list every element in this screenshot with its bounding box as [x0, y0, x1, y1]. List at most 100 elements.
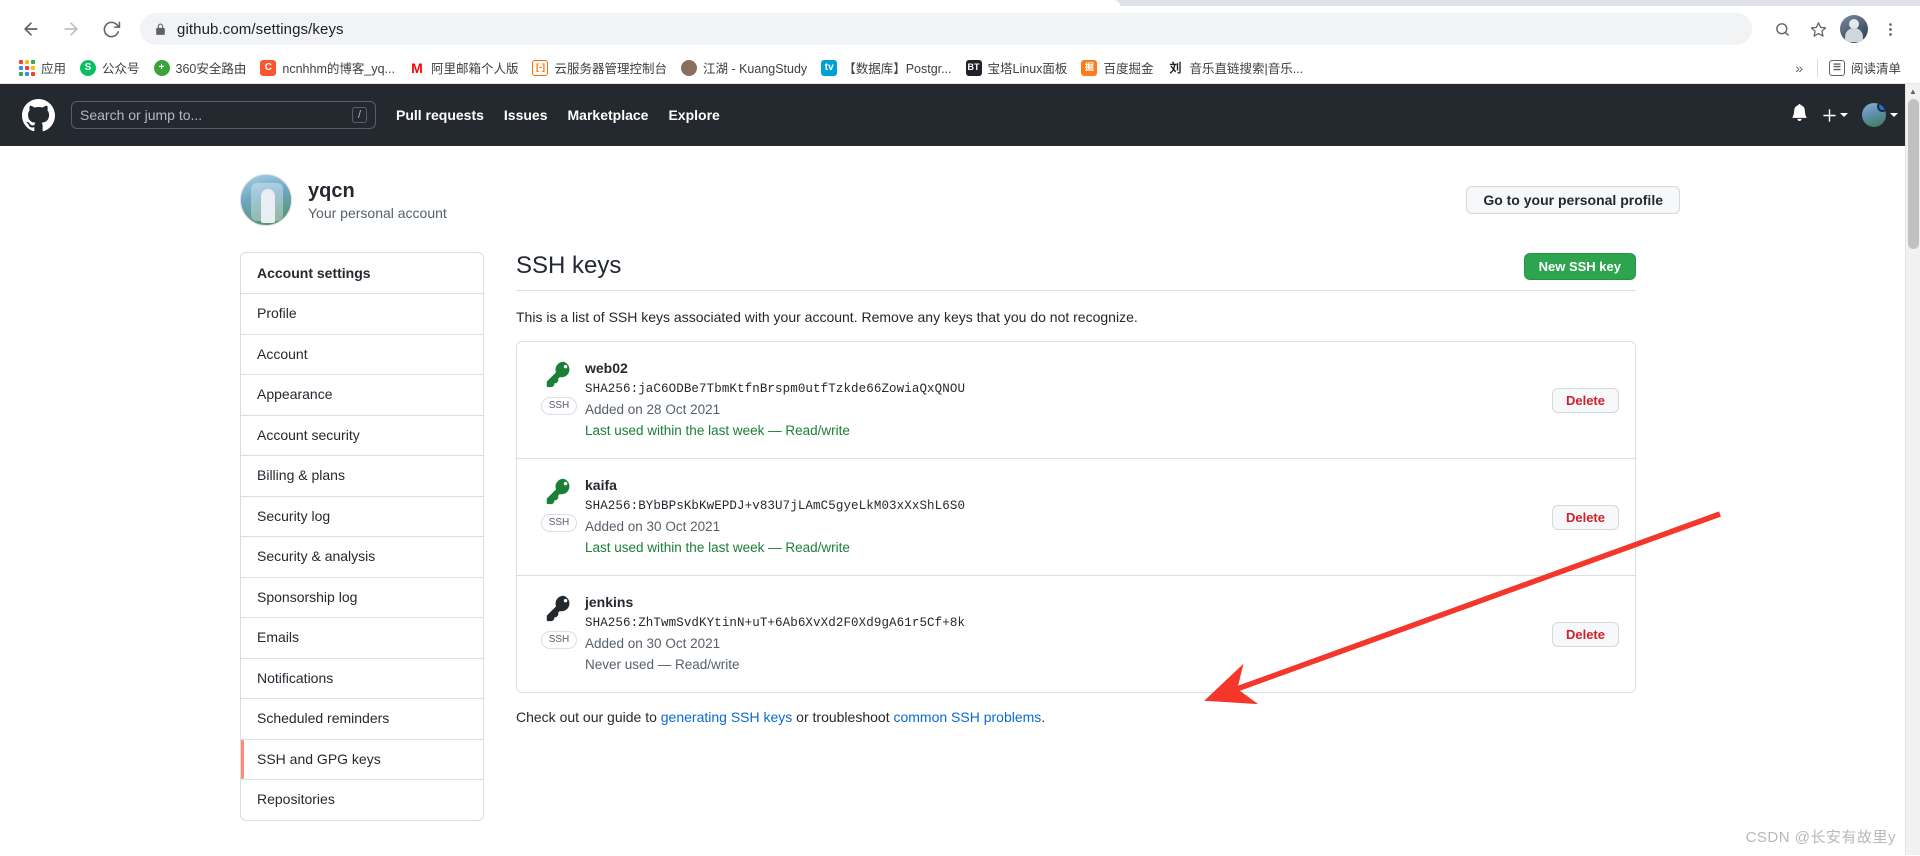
- bookmarks-overflow-button[interactable]: »: [1785, 60, 1813, 76]
- key-type-badge: SSH: [540, 514, 578, 533]
- key-usage-status: Last used within the last week — Read/wr…: [585, 423, 850, 439]
- bookmark-wechat-official[interactable]: S 公众号: [73, 55, 147, 80]
- section-header: SSH keys New SSH key: [516, 252, 1636, 291]
- back-arrow-icon[interactable]: [14, 12, 48, 46]
- page-viewport: Search or jump to... / Pull requests Iss…: [0, 84, 1920, 855]
- sidebar-item-sponsorship-log[interactable]: Sponsorship log: [241, 578, 483, 618]
- nav-pull-requests[interactable]: Pull requests: [396, 107, 484, 123]
- three-dot-menu-icon[interactable]: [1874, 13, 1906, 45]
- sidebar-item-billing-plans[interactable]: Billing & plans: [241, 456, 483, 497]
- key-added-date: Added on 30 Oct 2021: [585, 519, 721, 535]
- liu-icon: 刘: [1167, 59, 1184, 76]
- key-usage-status: Last used within the last week — Read/wr…: [585, 540, 850, 556]
- github-header-actions: [1791, 103, 1898, 127]
- footnote-suffix: .: [1041, 709, 1046, 726]
- footnote-middle: or troubleshoot: [792, 709, 894, 726]
- search-zoom-icon[interactable]: [1766, 13, 1798, 45]
- sidebar-item-emails[interactable]: Emails: [241, 618, 483, 659]
- sidebar-item-account[interactable]: Account: [241, 335, 483, 375]
- vertical-scrollbar[interactable]: ▲: [1905, 84, 1920, 855]
- bookmark-aliyun-console[interactable]: [-] 云服务器管理控制台: [525, 55, 674, 80]
- browser-profile-avatar[interactable]: [1838, 13, 1870, 45]
- key-type-badge: SSH: [540, 397, 578, 415]
- delete-button[interactable]: Delete: [1551, 387, 1619, 413]
- address-bar[interactable]: github.com/settings/keys: [140, 13, 1752, 45]
- nav-explore[interactable]: Explore: [668, 107, 719, 123]
- bookmark-apps[interactable]: 应用: [12, 55, 73, 80]
- tab-strip: [0, 0, 1920, 6]
- key-details: kaifa SHA256:BYbBPsKbKwEPDJ+v83U7jLAmC5g…: [585, 475, 1538, 559]
- bookmarks-bar: 应用 S 公众号 + 360安全路由 C ncnhhm的博客_yq... M 阿…: [0, 52, 1920, 84]
- plus-icon[interactable]: [1822, 108, 1848, 123]
- sidebar-item-repositories[interactable]: Repositories: [241, 780, 483, 820]
- profile-subtitle: Your personal account: [308, 205, 447, 221]
- generating-ssh-keys-link[interactable]: generating SSH keys: [661, 709, 793, 725]
- key-added-date: Added on 28 Oct 2021: [585, 402, 721, 418]
- scroll-up-arrow[interactable]: ▲: [1906, 84, 1920, 99]
- ssh-key-row: SSH web02 SHA256:jaC6ODBe7TbmKtfnBrspm0u…: [517, 342, 1635, 460]
- go-to-personal-profile-button[interactable]: Go to your personal profile: [1466, 186, 1680, 214]
- bookmark-music-search[interactable]: 刘 音乐直链搜索|音乐...: [1160, 55, 1310, 80]
- bookmark-csdn-blog[interactable]: C ncnhhm的博客_yq...: [253, 55, 402, 80]
- key-icon-column: SSH: [533, 592, 585, 650]
- github-mark-icon[interactable]: [22, 98, 55, 132]
- key-icon-column: SSH: [533, 358, 585, 415]
- delete-button[interactable]: Delete: [1551, 504, 1619, 530]
- nav-issues[interactable]: Issues: [504, 107, 548, 123]
- sidebar-item-notifications[interactable]: Notifications: [241, 659, 483, 699]
- 360-router-icon: +: [153, 59, 170, 76]
- sidebar-item-ssh-and-gpg-keys[interactable]: SSH and GPG keys: [241, 739, 483, 780]
- page-title: yqcn: [308, 180, 355, 202]
- search-shortcut-badge: /: [351, 107, 367, 123]
- toolbar-right-actions: [1766, 13, 1906, 45]
- sidebar-item-account-security[interactable]: Account security: [241, 416, 483, 456]
- bookmark-kuangstudy[interactable]: 江湖 - KuangStudy: [674, 55, 814, 80]
- settings-sidebar: Account settings Profile Account Appeara…: [240, 252, 484, 821]
- star-icon[interactable]: [1802, 13, 1834, 45]
- sidebar-item-security-analysis[interactable]: Security & analysis: [241, 537, 483, 578]
- chevron-down-icon: [1890, 113, 1898, 117]
- csdn-watermark: CSDN @长安有故里y: [1745, 829, 1896, 846]
- key-icon-column: SSH: [533, 475, 585, 533]
- user-avatar-icon[interactable]: [1862, 103, 1898, 127]
- bell-icon[interactable]: [1791, 103, 1808, 126]
- bookmark-bilibili-postgres[interactable]: tv 【数据库】Postgr...: [814, 55, 958, 80]
- kuangstudy-icon: [680, 59, 697, 76]
- reload-icon[interactable]: [94, 12, 128, 46]
- avatar[interactable]: [240, 174, 292, 226]
- browser-toolbar: github.com/settings/keys: [0, 6, 1920, 52]
- new-ssh-key-button[interactable]: New SSH key: [1523, 252, 1636, 280]
- sidebar-item-scheduled-reminders[interactable]: Scheduled reminders: [241, 699, 483, 740]
- bookmark-aliyun-mail[interactable]: M 阿里邮箱个人版: [402, 55, 526, 80]
- key-fingerprint: SHA256:ZhTwmSvdKYtinN+uT+6Ab6XvXd2F0Xd9g…: [585, 616, 966, 631]
- sidebar-item-appearance[interactable]: Appearance: [241, 375, 483, 416]
- bookmark-label: 【数据库】Postgr...: [843, 62, 952, 76]
- bookmark-label: 阿里邮箱个人版: [430, 62, 519, 76]
- reading-list-button[interactable]: ☰ 阅读清单: [1822, 55, 1908, 80]
- forward-arrow-icon[interactable]: [54, 12, 88, 46]
- key-title: web02: [585, 360, 628, 376]
- bookmark-label: 360安全路由: [175, 62, 247, 76]
- scrollbar-thumb[interactable]: [1908, 99, 1919, 249]
- bookmark-bt-panel[interactable]: BT 宝塔Linux面板: [959, 55, 1075, 80]
- lock-icon: [154, 23, 167, 36]
- delete-button[interactable]: Delete: [1551, 621, 1619, 647]
- footnote: Check out our guide to generating SSH ke…: [516, 709, 1636, 725]
- key-icon: [545, 360, 573, 393]
- bookmark-360-router[interactable]: + 360安全路由: [147, 55, 254, 80]
- reading-list-icon: ☰: [1828, 59, 1845, 76]
- key-fingerprint: SHA256:BYbBPsKbKwEPDJ+v83U7jLAmC5gyeLkM0…: [585, 499, 966, 514]
- common-ssh-problems-link[interactable]: common SSH problems: [893, 709, 1041, 725]
- chevron-down-icon: [1840, 113, 1848, 117]
- github-nav: Pull requests Issues Marketplace Explore: [396, 107, 720, 123]
- wechat-official-icon: S: [80, 59, 97, 76]
- key-details: jenkins SHA256:ZhTwmSvdKYtinN+uT+6Ab6XvX…: [585, 592, 1538, 676]
- search-input[interactable]: Search or jump to... /: [71, 101, 376, 129]
- active-tab[interactable]: [0, 0, 1120, 6]
- bookmark-juejin[interactable]: 掘 百度掘金: [1074, 55, 1160, 80]
- sidebar-item-profile[interactable]: Profile: [241, 294, 483, 335]
- sidebar-item-security-log[interactable]: Security log: [241, 497, 483, 537]
- nav-marketplace[interactable]: Marketplace: [568, 107, 649, 123]
- bookmark-label: 应用: [41, 62, 67, 76]
- key-fingerprint: SHA256:jaC6ODBe7TbmKtfnBrspm0utfTzkde66Z…: [585, 382, 966, 396]
